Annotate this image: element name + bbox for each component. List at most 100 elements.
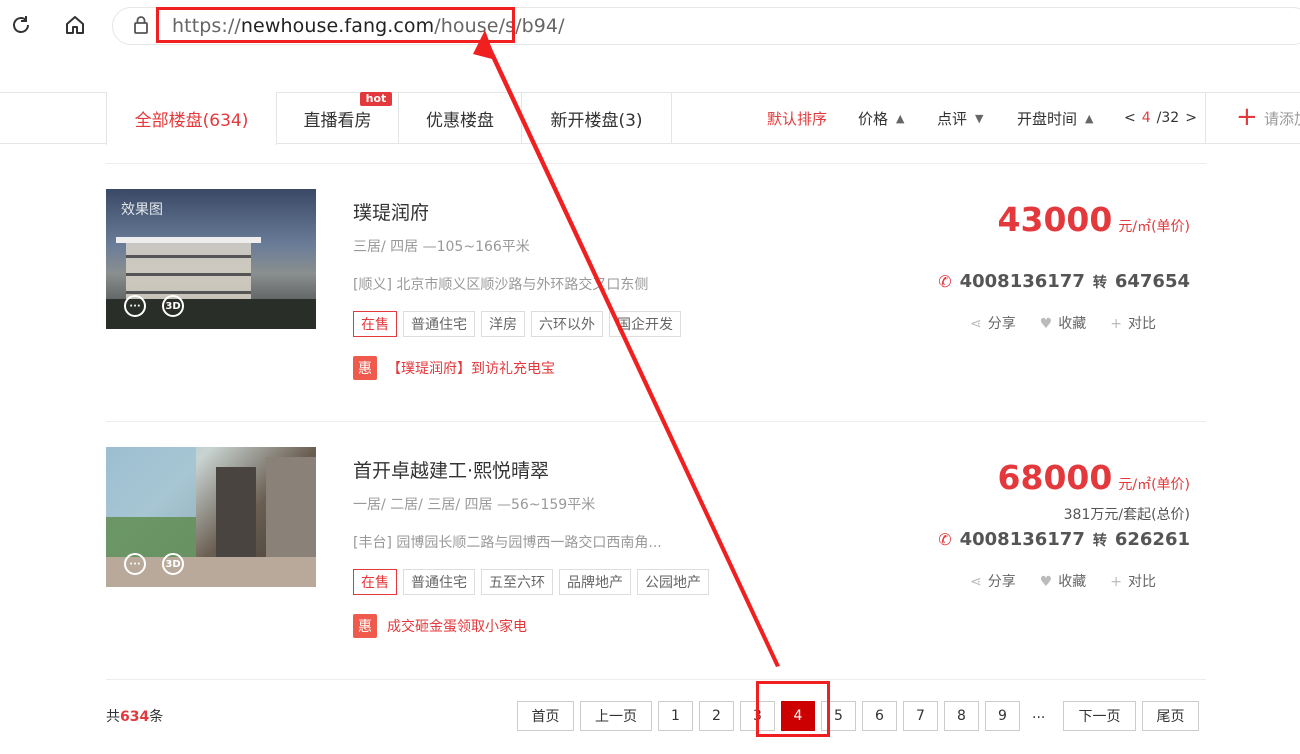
project-name[interactable]: 璞瑅润府 [353, 198, 429, 225]
favorite-button[interactable]: ♥ 收藏 [1040, 313, 1087, 333]
tag: 洋房 [481, 311, 525, 337]
price-value: 43000 [997, 200, 1113, 239]
prev-page-button[interactable]: 上一页 [580, 701, 652, 731]
phone-number[interactable]: ✆ 4008136177 转 647654 [938, 271, 1190, 292]
tag: 普通住宅 [403, 569, 475, 595]
favorite-label: 收藏 [1058, 316, 1087, 332]
3d-view-icon[interactable]: 3D [162, 295, 184, 317]
total-prefix: 共 [106, 709, 120, 725]
page-button[interactable]: 8 [944, 701, 979, 731]
listing-image[interactable]: ··· 3D [106, 447, 316, 587]
tab-new-opening[interactable]: 新开楼盘(3) [522, 92, 672, 144]
mini-next-button[interactable]: > [1185, 110, 1197, 126]
add-button[interactable]: + 请添加 [1205, 92, 1300, 144]
tag: 普通住宅 [403, 311, 475, 337]
tag: 六环以外 [531, 311, 603, 337]
listing-actions: ⋖ 分享 ♥ 收藏 + 对比 [970, 313, 1156, 333]
promo-text: 【璞瑅润府】到访礼充电宝 [387, 361, 555, 377]
3d-view-icon[interactable]: 3D [162, 553, 184, 575]
divider [106, 163, 1206, 164]
sort-review[interactable]: 点评 ▼ [937, 92, 983, 144]
mini-total-pages: /32 [1156, 110, 1180, 126]
heart-icon: ♥ [1039, 574, 1053, 590]
favorite-button[interactable]: ♥ 收藏 [1040, 571, 1087, 591]
unit-price: 68000 元/㎡(单价) [998, 458, 1190, 497]
compare-button[interactable]: + 对比 [1110, 571, 1156, 591]
last-page-button[interactable]: 尾页 [1142, 701, 1199, 731]
sort-open-time-label: 开盘时间 [1017, 109, 1078, 128]
sort-review-label: 点评 [937, 109, 968, 128]
extension-label: 转 [1092, 532, 1107, 549]
total-number: 634 [120, 709, 150, 725]
home-icon[interactable] [60, 10, 90, 40]
plus-icon: + [1236, 102, 1258, 132]
sort-default-label: 默认排序 [767, 109, 828, 128]
chat-icon[interactable]: ··· [124, 295, 146, 317]
first-page-button[interactable]: 首页 [517, 701, 574, 731]
promo-link[interactable]: 惠 成交砸金蛋领取小家电 [353, 614, 527, 638]
favorite-label: 收藏 [1058, 574, 1087, 590]
discount-icon: 惠 [353, 614, 377, 638]
tag-status: 在售 [353, 569, 397, 595]
phone-main: 4008136177 [959, 271, 1085, 292]
share-label: 分享 [987, 574, 1016, 590]
reload-icon[interactable] [6, 10, 36, 40]
project-address[interactable]: [顺义] 北京市顺义区顺沙路与外环路交叉口东侧 [353, 274, 648, 294]
lock-icon[interactable] [132, 15, 150, 39]
tag: 国企开发 [609, 311, 681, 337]
share-button[interactable]: ⋖ 分享 [970, 313, 1016, 333]
phone-icon: ✆ [938, 272, 952, 291]
sort-default[interactable]: 默认排序 [767, 92, 827, 144]
tag: 公园地产 [637, 569, 709, 595]
tab-discount-projects[interactable]: 优惠楼盘 [399, 92, 522, 144]
tab-all-projects[interactable]: 全部楼盘(634) [106, 92, 277, 145]
mini-current-page: 4 [1141, 110, 1151, 126]
compare-label: 对比 [1128, 574, 1157, 590]
compare-button[interactable]: + 对比 [1110, 313, 1156, 333]
total-price: 381万元/套起(总价) [1063, 507, 1190, 523]
total-count: 共634条 [106, 706, 163, 726]
listing-actions: ⋖ 分享 ♥ 收藏 + 对比 [970, 571, 1156, 591]
sort-open-time[interactable]: 开盘时间 ▲ [1017, 92, 1093, 144]
tag: 品牌地产 [559, 569, 631, 595]
listing-image[interactable]: 效果图 ··· 3D [106, 189, 316, 329]
page-button[interactable]: 1 [658, 701, 693, 731]
room-types: 一居/ 二居/ 三居/ 四居 —56~159平米 [353, 497, 596, 513]
plus-icon: + [1110, 316, 1123, 332]
page-button[interactable]: 7 [903, 701, 938, 731]
price-unit: 元/㎡(单价) [1118, 477, 1190, 493]
divider [106, 679, 1206, 680]
bookmarks-bar [0, 56, 1300, 136]
share-label: 分享 [987, 316, 1016, 332]
phone-extension: 647654 [1114, 271, 1190, 292]
image-label: 效果图 [121, 202, 163, 218]
share-icon: ⋖ [970, 574, 982, 590]
tag-status: 在售 [353, 311, 397, 337]
arrow-up-icon: ▲ [896, 111, 905, 125]
project-address[interactable]: [丰台] 园博园长顺二路与园博西一路交口西南角... [353, 532, 662, 552]
page-button[interactable]: 2 [699, 701, 734, 731]
phone-extension: 626261 [1114, 529, 1190, 550]
share-icon: ⋖ [970, 316, 982, 332]
promo-text: 成交砸金蛋领取小家电 [387, 619, 527, 635]
plus-icon: + [1110, 574, 1123, 590]
phone-number[interactable]: ✆ 4008136177 转 626261 [938, 529, 1190, 550]
add-button-label: 请添加 [1264, 110, 1300, 128]
page-button[interactable]: 9 [985, 701, 1020, 731]
chat-icon[interactable]: ··· [124, 553, 146, 575]
next-page-button[interactable]: 下一页 [1063, 701, 1136, 731]
extension-label: 转 [1092, 274, 1107, 291]
hot-badge: hot [360, 92, 392, 106]
total-suffix: 条 [149, 709, 164, 725]
sort-price[interactable]: 价格 ▲ [858, 92, 904, 144]
price-value: 68000 [997, 458, 1113, 497]
phone-icon: ✆ [938, 530, 952, 549]
share-button[interactable]: ⋖ 分享 [970, 571, 1016, 591]
tag-list: 在售 普通住宅 洋房 六环以外 国企开发 [353, 311, 681, 337]
page-button[interactable]: 6 [862, 701, 897, 731]
mini-prev-button[interactable]: < [1124, 110, 1136, 126]
mini-pager: < 4 /32 > [1124, 92, 1197, 144]
promo-link[interactable]: 惠 【璞瑅润府】到访礼充电宝 [353, 356, 555, 380]
project-name[interactable]: 首开卓越建工·熙悦晴翠 [353, 456, 549, 483]
compare-label: 对比 [1128, 316, 1157, 332]
